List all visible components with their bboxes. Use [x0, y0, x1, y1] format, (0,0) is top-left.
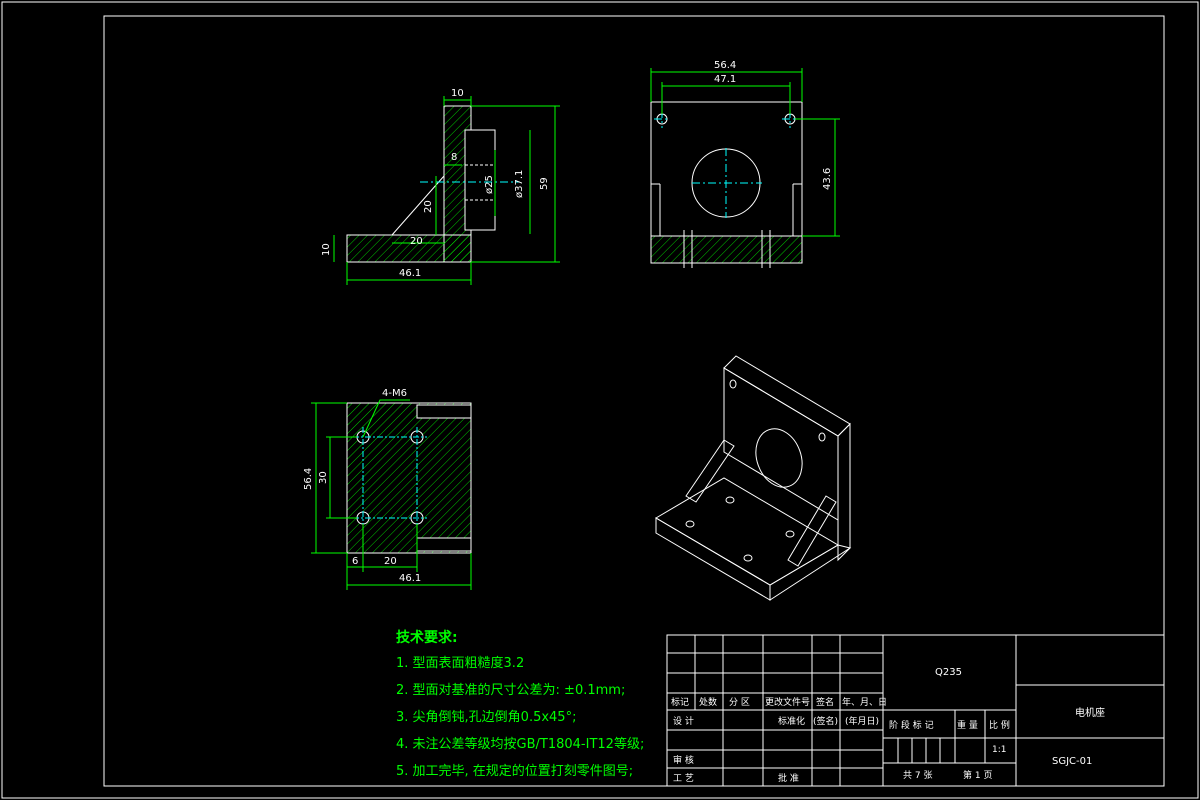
tb-ratio: 比 例 [989, 719, 1010, 731]
isometric-view [655, 355, 852, 601]
tb-sheets: 共 7 张 [903, 770, 932, 781]
dim-slot-width: 8 [451, 152, 457, 163]
tb-scale: 1:1 [992, 745, 1006, 755]
tb-weight: 重 量 [957, 719, 978, 731]
dim-top-flange: 10 [451, 88, 464, 99]
tb-material: Q235 [935, 667, 962, 678]
dim-plan-width: 46.1 [399, 573, 421, 584]
tb-rev-h0: 标记 [671, 696, 689, 708]
dim-total-height: 59 [539, 177, 550, 190]
base-plate [346, 234, 472, 263]
dim-plan-spacing: 20 [384, 556, 397, 567]
dim-center-height: 43.6 [822, 168, 833, 190]
dim-hole-pitch: 47.1 [714, 74, 736, 85]
technical-requirements: 技术要求: 1. 型面表面粗糙度3.2 2. 型面对基准的尺寸公差为: ±0.1… [396, 626, 646, 785]
note-item: 3. 尖角倒钝,孔边倒角0.5x45°; [396, 710, 577, 725]
dim-overall-width: 56.4 [714, 60, 736, 71]
dim-chamfer-h: 20 [410, 236, 423, 247]
note-item: 2. 型面对基准的尺寸公差为: ±0.1mm; [396, 683, 626, 698]
dim-plan-edge: 6 [352, 556, 358, 567]
dim-chamfer-v: 20 [423, 200, 434, 213]
dim-base-thickness: 10 [321, 243, 332, 256]
plan-outline [346, 402, 472, 554]
dim-bore-large: ø37.1 [514, 170, 525, 198]
thread-callout: 4-M6 [382, 388, 407, 399]
tb-rev-h3: 更改文件号 [765, 696, 810, 708]
front-section-view: 10 8 20 20 10 46.1 ø25 ø37.1 59 [321, 88, 560, 285]
note-item: 1. 型面表面粗糙度3.2 [396, 656, 525, 671]
plan-slot-top [416, 404, 472, 419]
tb-standard: 标准化 [778, 715, 805, 727]
plan-view: 4-M6 56.4 30 6 20 46.1 [303, 388, 472, 590]
tb-stage: 阶 段 标 记 [889, 719, 934, 731]
tb-rev-h1: 处数 [699, 696, 717, 708]
tb-rev-h4: 签名 [816, 696, 834, 708]
tb-process: 工 艺 [673, 773, 694, 784]
tb-review: 审 核 [673, 754, 694, 766]
note-item: 5. 加工完毕, 在规定的位置打刻零件图号; [396, 764, 634, 779]
tb-drawing-number: SGJC-01 [1052, 756, 1092, 767]
tb-sheet: 第 1 页 [963, 769, 992, 781]
tb-design: 设 计 [673, 715, 694, 727]
side-view: 56.4 47.1 43.6 [650, 60, 840, 268]
tb-sign: (签名) [813, 715, 838, 727]
tb-part-name: 电机座 [1075, 706, 1105, 719]
tb-rev-h5: 年、月、日 [842, 696, 887, 708]
tb-approve: 批 准 [778, 772, 799, 784]
tb-rev-h2: 分 区 [729, 697, 750, 708]
note-item: 4. 未注公差等级均按GB/T1804-IT12等级; [396, 737, 645, 752]
dim-bore-small: ø25 [484, 175, 495, 194]
tb-date: (年月日) [845, 715, 879, 727]
dim-plan-pitch: 30 [318, 471, 329, 484]
dim-plan-height: 56.4 [303, 468, 314, 490]
side-base-section [650, 235, 803, 264]
plan-slot-bottom [416, 537, 472, 552]
dim-front-width: 46.1 [399, 268, 421, 279]
notes-title: 技术要求: [396, 630, 458, 646]
